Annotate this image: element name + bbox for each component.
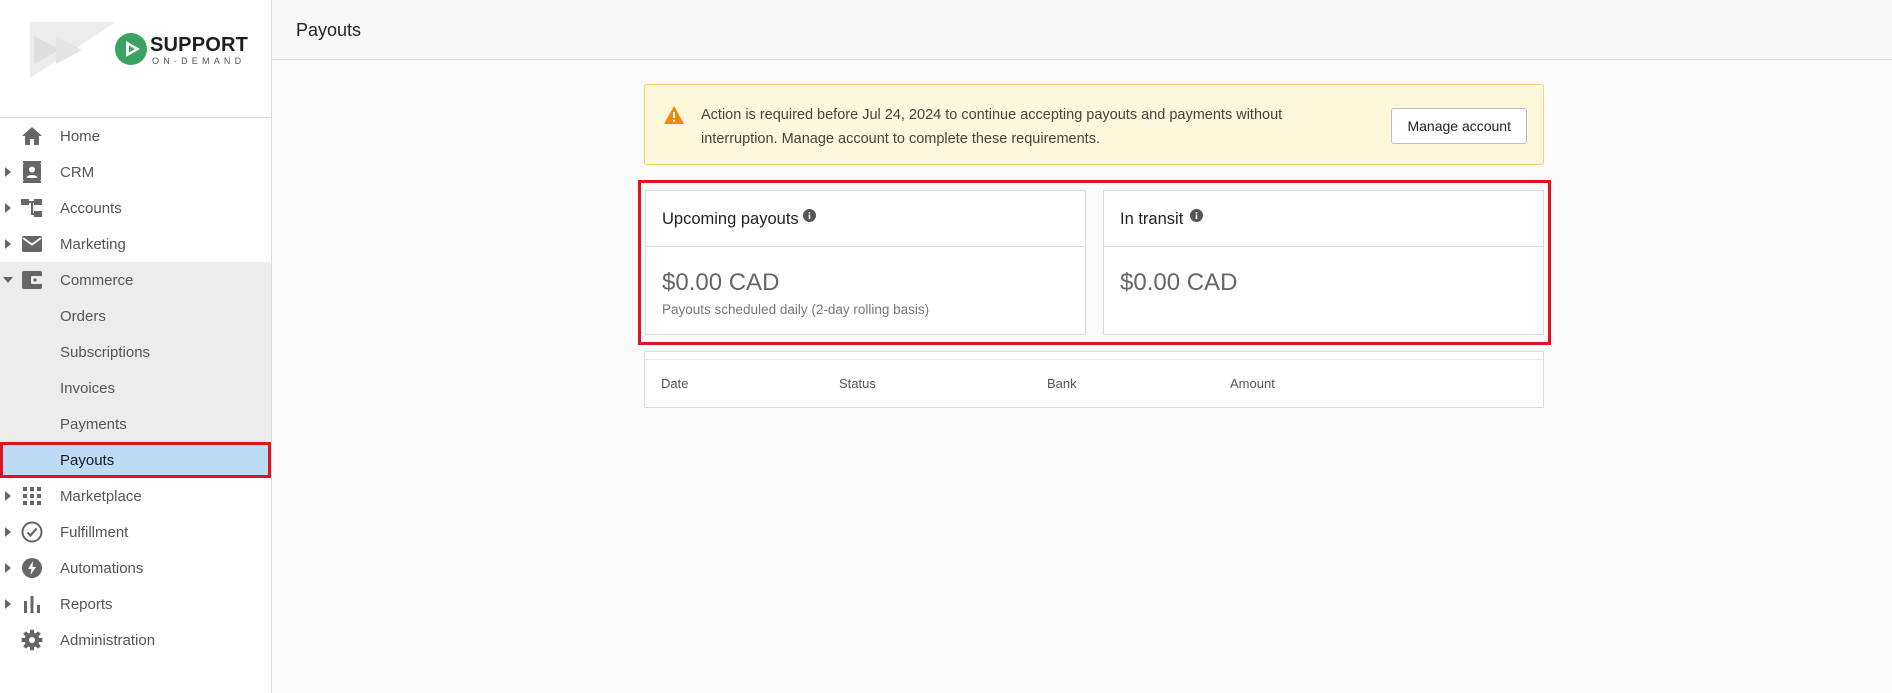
caret-right-icon[interactable] xyxy=(5,563,11,573)
sidebar-item-label: Accounts xyxy=(60,199,122,217)
caret-right-icon[interactable] xyxy=(5,527,11,537)
grid-icon xyxy=(20,484,44,508)
caret-right-icon[interactable] xyxy=(5,491,11,501)
hierarchy-icon xyxy=(20,196,44,220)
sidebar-item-label: Home xyxy=(60,127,101,145)
caret-right-icon[interactable] xyxy=(5,203,11,213)
brand-tagline: ON·DEMAND xyxy=(152,56,246,66)
page-title: Payouts xyxy=(296,20,362,40)
info-icon[interactable] xyxy=(1190,209,1203,222)
sidebar-nav: Home CRM Accounts Marketing Commerce Ord… xyxy=(0,118,271,658)
sidebar-subitem-payments[interactable]: Payments xyxy=(0,406,271,442)
sidebar-item-marketing[interactable]: Marketing xyxy=(0,226,271,262)
sidebar-item-home[interactable]: Home xyxy=(0,118,271,154)
brand-name: SUPPORT xyxy=(150,34,249,56)
sidebar-item-automations[interactable]: Automations xyxy=(0,550,271,586)
column-header-status[interactable]: Status xyxy=(839,376,876,391)
payout-schedule-note: Payouts scheduled daily (2-day rolling b… xyxy=(662,302,930,317)
sidebar-item-marketplace[interactable]: Marketplace xyxy=(0,478,271,514)
check-circle-icon xyxy=(20,520,44,544)
in-transit-card: In transit $0.00 CAD xyxy=(1103,190,1544,335)
card-header: In transit xyxy=(1104,191,1543,247)
sidebar-item-label: Reports xyxy=(60,595,113,613)
play-logo-icon xyxy=(115,33,147,65)
logo-area[interactable]: SUPPORT ON·DEMAND xyxy=(0,0,271,118)
column-header-amount[interactable]: Amount xyxy=(1230,376,1275,391)
sidebar-item-administration[interactable]: Administration xyxy=(0,622,271,658)
sidebar-item-commerce[interactable]: Commerce xyxy=(0,262,271,298)
sidebar-item-label: Marketplace xyxy=(60,487,142,505)
in-transit-amount: $0.00 CAD xyxy=(1120,269,1238,296)
sidebar-item-label: Administration xyxy=(60,631,156,649)
mail-icon xyxy=(20,232,44,256)
bar-chart-icon xyxy=(20,592,44,616)
bolt-icon xyxy=(20,556,44,580)
home-icon xyxy=(20,124,44,148)
logo-background-icon xyxy=(30,22,116,78)
app-root: SUPPORT ON·DEMAND Home CRM Accounts Mark… xyxy=(0,0,1892,693)
sidebar-item-accounts[interactable]: Accounts xyxy=(0,190,271,226)
sidebar-item-label: Marketing xyxy=(60,235,126,253)
caret-right-icon[interactable] xyxy=(5,599,11,609)
caret-down-icon[interactable] xyxy=(3,277,13,283)
sidebar-item-label: Fulfillment xyxy=(60,523,129,541)
sidebar-item-reports[interactable]: Reports xyxy=(0,586,271,622)
alert-message: Action is required before Jul 24, 2024 t… xyxy=(701,107,1283,147)
sidebar-item-crm[interactable]: CRM xyxy=(0,154,271,190)
info-icon[interactable] xyxy=(803,209,816,222)
column-header-bank[interactable]: Bank xyxy=(1047,376,1077,391)
sidebar-subitem-label: Orders xyxy=(60,307,106,325)
payouts-table: Date Status Bank Amount xyxy=(644,351,1544,408)
contact-card-icon xyxy=(20,160,44,184)
sidebar-subitem-subscriptions[interactable]: Subscriptions xyxy=(0,334,271,370)
sidebar-item-fulfillment[interactable]: Fulfillment xyxy=(0,514,271,550)
sidebar-subitem-orders[interactable]: Orders xyxy=(0,298,271,334)
upcoming-payouts-card: Upcoming payouts $0.00 CAD Payouts sched… xyxy=(645,190,1086,335)
table-top-strip xyxy=(645,352,1543,360)
wallet-icon xyxy=(20,268,44,292)
gear-icon xyxy=(20,628,44,652)
sidebar-item-label: Automations xyxy=(60,559,144,577)
manage-account-button[interactable]: Manage account xyxy=(1391,108,1527,144)
sidebar-subitem-label: Invoices xyxy=(60,379,116,397)
caret-right-icon[interactable] xyxy=(5,239,11,249)
sidebar-subitem-label: Payouts xyxy=(60,451,115,469)
warning-icon xyxy=(664,106,684,124)
sidebar-subitem-payouts[interactable]: Payouts xyxy=(0,442,271,478)
commerce-group: Commerce Orders Subscriptions Invoices P… xyxy=(0,262,271,478)
column-header-date[interactable]: Date xyxy=(661,376,688,391)
sidebar-subitem-label: Payments xyxy=(60,415,127,433)
card-title: In transit xyxy=(1120,210,1184,228)
sidebar: SUPPORT ON·DEMAND Home CRM Accounts Mark… xyxy=(0,0,272,693)
action-required-alert: Action is required before Jul 24, 2024 t… xyxy=(644,84,1544,165)
card-title: Upcoming payouts xyxy=(662,210,799,228)
sidebar-item-label: CRM xyxy=(60,163,95,181)
upcoming-payouts-amount: $0.00 CAD xyxy=(662,269,780,296)
sidebar-subitem-label: Subscriptions xyxy=(60,343,151,361)
card-header: Upcoming payouts xyxy=(646,191,1085,247)
sidebar-subitem-invoices[interactable]: Invoices xyxy=(0,370,271,406)
caret-right-icon[interactable] xyxy=(5,167,11,177)
sidebar-item-label: Commerce xyxy=(60,271,134,289)
page-header: Payouts xyxy=(272,0,1892,60)
